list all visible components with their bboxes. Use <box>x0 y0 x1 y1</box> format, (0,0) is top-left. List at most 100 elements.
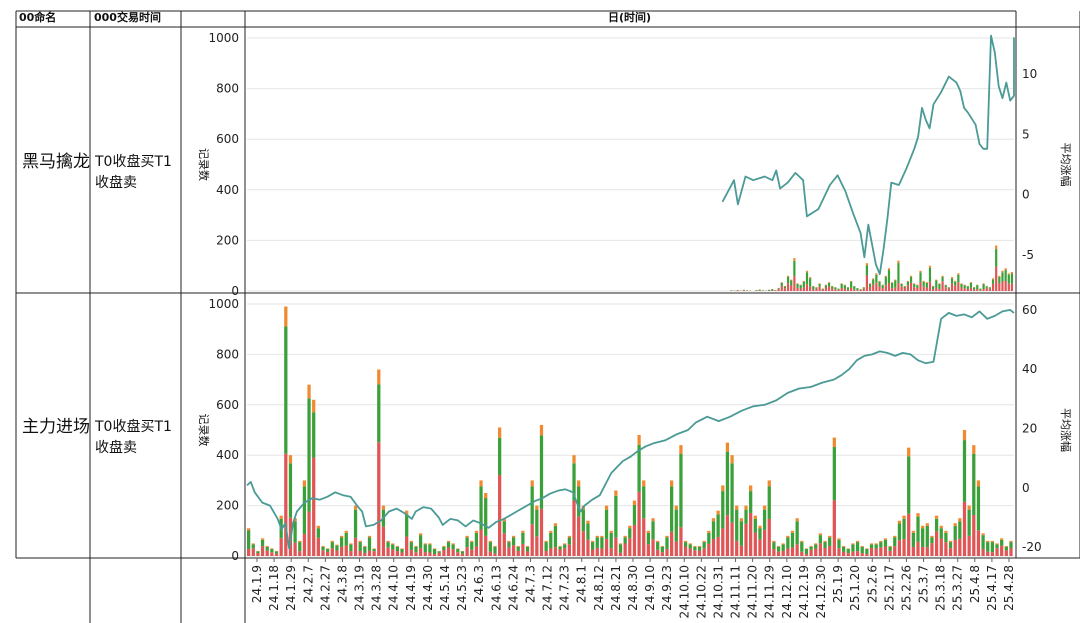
bar-green-segment <box>809 278 812 287</box>
bar-green-segment <box>800 542 804 552</box>
bar-red-segment <box>944 542 948 556</box>
x-tick-label-21: 24.8.21 <box>609 565 623 611</box>
bar-red-segment <box>739 545 743 556</box>
bar <box>938 283 941 291</box>
bar <box>916 284 919 291</box>
header-col-day: 日(时间) <box>608 11 652 24</box>
bar-orange-segment <box>577 480 581 487</box>
bar-green-segment <box>969 282 973 288</box>
bar-orange-segment <box>479 480 483 487</box>
bar-green-segment <box>966 286 969 289</box>
bar-green-segment <box>265 546 269 551</box>
y-axis-label-left: 记录数 <box>197 148 210 181</box>
bar-red-segment <box>790 285 793 291</box>
bar <box>628 525 632 556</box>
bar-orange-segment <box>600 535 604 538</box>
bar <box>767 480 771 556</box>
bar-orange-segment <box>860 545 864 547</box>
bar <box>815 287 818 291</box>
bar <box>976 480 981 556</box>
bar-green-segment <box>535 509 539 537</box>
bar <box>853 285 856 291</box>
bar-green-segment <box>846 287 850 290</box>
bar-green-segment <box>344 532 348 546</box>
bar-red-segment <box>859 289 862 291</box>
bar <box>744 505 748 556</box>
bar-green-segment <box>790 532 795 548</box>
bar <box>367 535 372 556</box>
bar-red-segment <box>693 550 697 556</box>
bar-orange-segment <box>818 283 821 285</box>
bar-red-segment <box>966 288 969 291</box>
bar-orange-segment <box>776 545 781 547</box>
bar-red-segment <box>815 288 818 291</box>
bar-orange-segment <box>828 535 832 538</box>
bar-red-segment <box>950 283 954 291</box>
bar <box>488 540 492 556</box>
bar-red-segment <box>832 500 836 556</box>
bar <box>400 548 404 556</box>
x-tick-label-42: 25.4.8 <box>968 565 982 603</box>
bar <box>868 283 872 291</box>
bar-red-segment <box>428 552 432 556</box>
bar-red-segment <box>1010 283 1014 291</box>
bar-orange-segment <box>572 455 576 464</box>
bar-red-segment <box>335 550 339 556</box>
bar <box>862 287 865 291</box>
bar-red-segment <box>909 282 913 291</box>
bar-green-segment <box>758 528 762 540</box>
x-tick-label-24: 24.9.23 <box>660 565 674 611</box>
bar-orange-segment <box>1009 540 1013 543</box>
bar-green-segment <box>916 516 920 542</box>
bar-orange-segment <box>888 545 892 547</box>
bar-red-segment <box>869 548 874 556</box>
bar <box>479 480 483 556</box>
bar-green-segment <box>437 551 441 553</box>
bar-red-segment <box>284 453 288 556</box>
bar-red-segment <box>944 287 947 291</box>
bar-red-segment <box>302 534 307 556</box>
bar-red-segment <box>897 540 902 556</box>
bar-green-segment <box>739 521 743 546</box>
bar <box>764 290 768 291</box>
bar <box>265 545 269 556</box>
x-tick-label-12: 24.5.23 <box>455 565 469 611</box>
bar-green-segment <box>768 289 771 291</box>
bar-orange-segment <box>614 490 618 496</box>
bar <box>539 424 544 556</box>
bar-red-segment <box>821 289 824 291</box>
bar-green-segment <box>358 542 362 552</box>
bar-orange-segment <box>824 284 828 286</box>
bar <box>660 545 664 556</box>
bar-green-segment <box>855 542 860 552</box>
bar <box>549 530 553 556</box>
bar-red-segment <box>353 537 358 556</box>
bar-green-segment <box>986 542 990 552</box>
bar-red-segment <box>511 545 516 556</box>
bar <box>840 283 843 291</box>
bar-green-segment <box>897 263 900 284</box>
bar <box>679 445 683 556</box>
bar-red-segment <box>990 552 995 556</box>
bar-orange-segment <box>963 284 966 286</box>
x-tick-label-2: 24.1.29 <box>284 565 298 611</box>
bar-red-segment <box>479 529 483 556</box>
bar-orange-segment <box>879 540 883 543</box>
bar-orange-segment <box>553 523 558 526</box>
bar-orange-segment <box>358 540 362 543</box>
bar-red-segment <box>679 527 683 556</box>
bar-green-segment <box>553 525 558 548</box>
bar-green-segment <box>824 285 828 288</box>
bar <box>544 540 548 556</box>
bar-orange-segment <box>780 282 783 283</box>
bar-red-segment <box>893 546 897 556</box>
bar-red-segment <box>736 290 739 291</box>
bar-red-segment <box>834 289 837 291</box>
bar-orange-segment <box>707 530 711 533</box>
bar-orange-segment <box>539 424 544 436</box>
bar <box>586 520 590 556</box>
bar <box>711 518 716 556</box>
bar <box>535 505 539 556</box>
bar-orange-segment <box>753 515 757 519</box>
bar-red-segment <box>962 501 967 556</box>
